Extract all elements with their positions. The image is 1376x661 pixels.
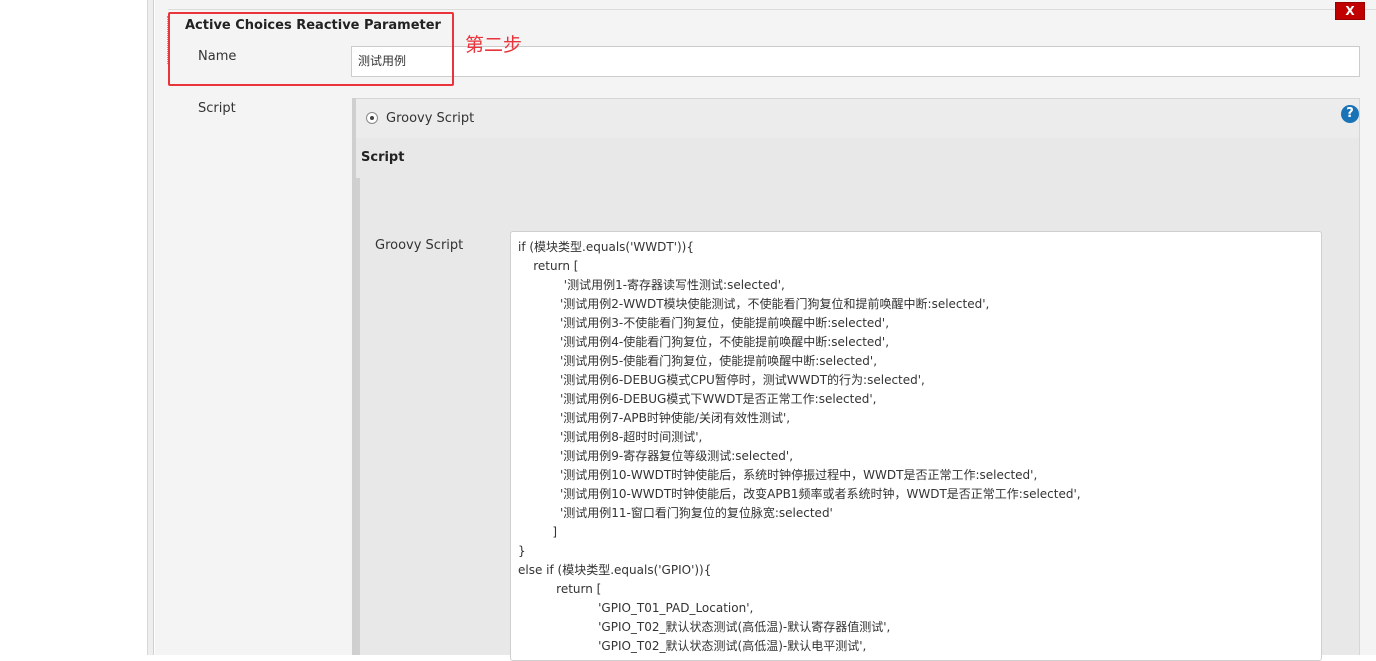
groovy-script-textarea[interactable]: if (模块类型.equals('WWDT')){ return [ '测试用例…: [510, 231, 1322, 661]
code-line: '测试用例11-窗口看门狗复位的复位脉宽:selected': [518, 506, 833, 520]
help-icon[interactable]: ?: [1341, 105, 1359, 123]
annotation-highlight-box: [168, 12, 454, 86]
radio-selected-dot: [370, 116, 374, 120]
code-line: else if (模块类型.equals('GPIO')){: [518, 563, 712, 577]
code-line: 'GPIO_T02_默认状态测试(高低温)-默认电平测试',: [518, 639, 867, 653]
code-line: 'GPIO_T02_默认状态测试(高低温)-默认寄存器值测试',: [518, 620, 891, 634]
code-line: '测试用例5-使能看门狗复位，使能提前唤醒中断:selected',: [518, 354, 878, 368]
delete-parameter-button[interactable]: X: [1335, 2, 1365, 20]
code-line: '测试用例4-使能看门狗复位，不使能提前唤醒中断:selected',: [518, 335, 890, 349]
code-line: }: [518, 544, 526, 558]
code-line: '测试用例1-寄存器读写性测试:selected',: [518, 278, 785, 292]
code-line: '测试用例6-DEBUG模式CPU暂停时，测试WWDT的行为:selected'…: [518, 373, 925, 387]
code-line: '测试用例7-APB时钟使能/关闭有效性测试',: [518, 411, 791, 425]
code-line: '测试用例3-不使能看门狗复位，使能提前唤醒中断:selected',: [518, 316, 890, 330]
script-label: Script: [198, 101, 236, 116]
code-line: '测试用例9-寄存器复位等级测试:selected',: [518, 449, 794, 463]
annotation-label: 第二步: [465, 34, 523, 56]
code-line: ]: [518, 525, 558, 539]
code-line: return [: [518, 582, 602, 596]
code-line: '测试用例6-DEBUG模式下WWDT是否正常工作:selected',: [518, 392, 877, 406]
code-line: '测试用例2-WWDT模块使能测试，不使能看门狗复位和提前唤醒中断:select…: [518, 297, 990, 311]
code-line: '测试用例10-WWDT时钟使能后，系统时钟停振过程中，WWDT是否正常工作:s…: [518, 468, 1038, 482]
groovy-script-radio[interactable]: [366, 112, 378, 124]
code-line: 'GPIO_T01_PAD_Location',: [518, 601, 754, 615]
left-gutter: [0, 0, 148, 655]
parameter-top-divider: [168, 9, 1376, 10]
left-gutter-border: [148, 0, 154, 655]
code-line: '测试用例8-超时时间测试',: [518, 430, 703, 444]
code-line: return [: [518, 259, 579, 273]
code-line: '测试用例10-WWDT时钟使能后，改变APB1频率或者系统时钟，WWDT是否正…: [518, 487, 1081, 501]
code-line: if (模块类型.equals('WWDT')){: [518, 240, 694, 254]
script-section-heading: Script: [361, 150, 405, 165]
groovy-script-label: Groovy Script: [375, 238, 464, 253]
groovy-script-option-label[interactable]: Groovy Script: [386, 111, 474, 126]
script-section-indent-bar: [356, 178, 360, 655]
